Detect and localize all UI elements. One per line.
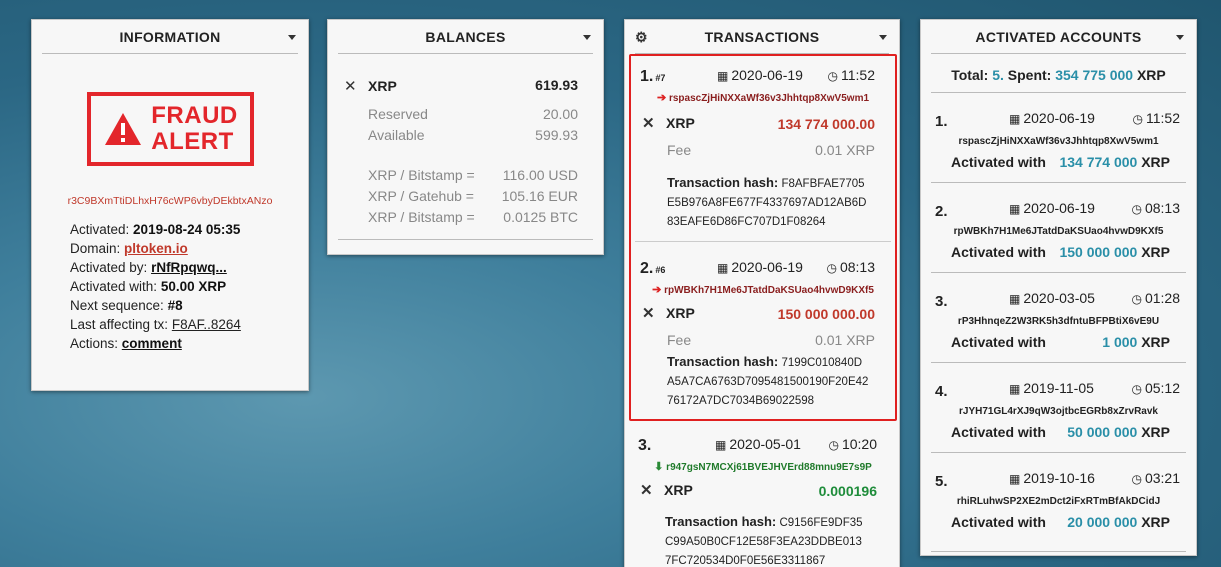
information-header: INFORMATION — [42, 20, 298, 54]
highlighted-transactions: 1. #7 ▦ 2020-06-19 ◷ 11:52 ➔ rspascZjHiNXXa… — [629, 54, 897, 421]
clock-icon: ◷ — [827, 69, 838, 83]
reserved-row: Reserved 20.00 — [368, 106, 578, 122]
xrp-icon: ✕ — [640, 482, 653, 499]
account-address: r3C9BXmTtiDLhxH76cWP6vbyDEkbtxANzo — [67, 195, 273, 207]
clock-icon: ◷ — [1131, 472, 1142, 486]
xrp-icon: ✕ — [642, 305, 655, 322]
available-row: Available 599.93 — [368, 127, 578, 143]
clock-icon: ◷ — [826, 261, 837, 275]
activated-accounts-panel: ACTIVATED ACCOUNTS Total: 5. Spent: 354 … — [920, 19, 1197, 556]
account-address[interactable]: rP3HhnqeZ2W3RK5h3dfntuBFPBtiX6vE9U — [931, 316, 1186, 327]
fraud-alert-text: FRAUD ALERT — [151, 102, 238, 155]
chevron-down-icon[interactable] — [879, 35, 887, 40]
account-address[interactable]: rhiRLuhwSP2XE2mDct2iFxRTmBfAkDCidJ — [931, 496, 1186, 507]
activated-accounts-title: ACTIVATED ACCOUNTS — [975, 28, 1142, 45]
information-panel: INFORMATION FRAUD ALERT r3C9BXmTtiDLhxH7… — [31, 19, 309, 391]
xrp-icon: ✕ — [344, 78, 357, 95]
clock-icon: ◷ — [1132, 112, 1143, 126]
tx-address[interactable]: rpWBKh7H1Me6JTatdDaKSUao4hvwD9KXf5 — [664, 285, 874, 296]
clock-icon: ◷ — [1131, 382, 1142, 396]
balances-header: BALANCES — [338, 20, 593, 54]
tx-amount: 134 774 000.00 — [777, 116, 875, 132]
calendar-icon: ▦ — [717, 261, 729, 275]
calendar-icon: ▦ — [1009, 472, 1021, 486]
domain-link[interactable]: pltoken.io — [124, 241, 188, 256]
tx-hash[interactable]: Transaction hash: C9156FE9DF35 C99A50B0C… — [665, 512, 885, 567]
account-address[interactable]: rspascZjHiNXXaWf36v3Jhhtqp8XwV5wm1 — [931, 136, 1186, 147]
chevron-down-icon[interactable] — [288, 35, 296, 40]
activated-accounts-header: ACTIVATED ACCOUNTS — [931, 20, 1186, 54]
arrow-down-icon: ⬇ — [654, 461, 664, 473]
calendar-icon: ▦ — [1009, 202, 1021, 216]
account-address[interactable]: rJYH71GL4rXJ9qW3ojtbcEGRb8xZrvRavk — [931, 406, 1186, 417]
activated-account-item[interactable]: 4. ▦ 2019-11-05 ◷ 05:12 rJYH71GL4rXJ9qW3oj… — [931, 362, 1186, 452]
transactions-title: TRANSACTIONS — [704, 28, 820, 45]
info-list: Activated: 2019-08-24 05:35 Domain: plto… — [70, 222, 241, 351]
comment-link[interactable]: comment — [122, 336, 182, 351]
transaction-item[interactable]: 3. ▦ 2020-05-01 ◷ 10:20 ⬇ r947gsN7MCXj61BV… — [629, 425, 897, 567]
divider — [338, 239, 593, 240]
tx-amount: 150 000 000.00 — [777, 306, 875, 322]
rate-row: XRP / Gatehub = 105.16 EUR — [368, 188, 578, 204]
activated-account-item[interactable]: 3. ▦ 2020-03-05 ◷ 01:28 rP3HhnqeZ2W3RK5h3d… — [931, 272, 1186, 362]
activated-account-item[interactable]: 5. ▦ 2019-10-16 ◷ 03:21 rhiRLuhwSP2XE2mDct… — [931, 452, 1186, 552]
chevron-down-icon[interactable] — [583, 35, 591, 40]
information-title: INFORMATION — [119, 28, 221, 45]
last-tx-link[interactable]: F8AF..8264 — [172, 317, 241, 332]
gear-icon[interactable]: ⚙ — [635, 29, 648, 46]
transactions-header: ⚙ TRANSACTIONS — [635, 20, 889, 54]
transaction-item[interactable]: 1. #7 ▦ 2020-06-19 ◷ 11:52 ➔ rspascZjHiNXXa… — [631, 56, 895, 242]
account-address[interactable]: rpWBKh7H1Me6JTatdDaKSUao4hvwD9KXf5 — [931, 226, 1186, 237]
warning-icon — [105, 113, 142, 145]
clock-icon: ◷ — [1131, 202, 1142, 216]
activated-account-item[interactable]: 1. ▦ 2020-06-19 ◷ 11:52 rspascZjHiNXXaWf36… — [931, 92, 1186, 182]
arrow-right-icon: ➔ — [656, 92, 667, 104]
rate-row: XRP / Bitstamp = 116.00 USD — [368, 167, 578, 183]
calendar-icon: ▦ — [717, 69, 729, 83]
tx-hash[interactable]: Transaction hash: F8AFBFAE7705 E5B976A8F… — [667, 173, 887, 232]
balances-panel: BALANCES ✕ XRP 619.93 Reserved 20.00 Avail… — [327, 19, 604, 255]
activated-account-item[interactable]: 2. ▦ 2020-06-19 ◷ 08:13 rpWBKh7H1Me6JTatdD… — [931, 182, 1186, 272]
transaction-item[interactable]: 2. #6 ▦ 2020-06-19 ◷ 08:13 ➔ rpWBKh7H1Me6JT… — [631, 242, 895, 428]
clock-icon: ◷ — [1131, 292, 1142, 306]
balances-title: BALANCES — [425, 28, 506, 45]
rate-row: XRP / Bitstamp = 0.0125 BTC — [368, 209, 578, 225]
calendar-icon: ▦ — [1009, 292, 1021, 306]
tx-hash[interactable]: Transaction hash: 7199C010840D A5A7CA676… — [667, 352, 887, 411]
clock-icon: ◷ — [828, 438, 839, 452]
tx-address[interactable]: rspascZjHiNXXaWf36v3Jhhtqp8XwV5wm1 — [669, 93, 869, 104]
arrow-right-icon: ➔ — [652, 284, 662, 296]
calendar-icon: ▦ — [1009, 112, 1021, 126]
calendar-icon: ▦ — [1009, 382, 1021, 396]
xrp-icon: ✕ — [642, 115, 655, 132]
chevron-down-icon[interactable] — [1176, 35, 1184, 40]
calendar-icon: ▦ — [715, 438, 727, 452]
tx-amount: 0.000196 — [818, 483, 877, 499]
activated-by-link[interactable]: rNfRpqwq... — [151, 260, 227, 275]
balance-total-row: ✕ XRP 619.93 — [344, 77, 578, 95]
fraud-alert-badge: FRAUD ALERT — [87, 92, 254, 166]
activated-totals: Total: 5. Spent: 354 775 000 XRP — [951, 67, 1166, 83]
tx-address[interactable]: r947gsN7MCXj61BVEJHVErd88mnu9E7s9P — [666, 462, 872, 473]
transactions-panel: ⚙ TRANSACTIONS 1. #7 ▦ 2020-06-19 ◷ 11:52 ➔… — [624, 19, 900, 567]
balance-total: 619.93 — [535, 77, 578, 93]
